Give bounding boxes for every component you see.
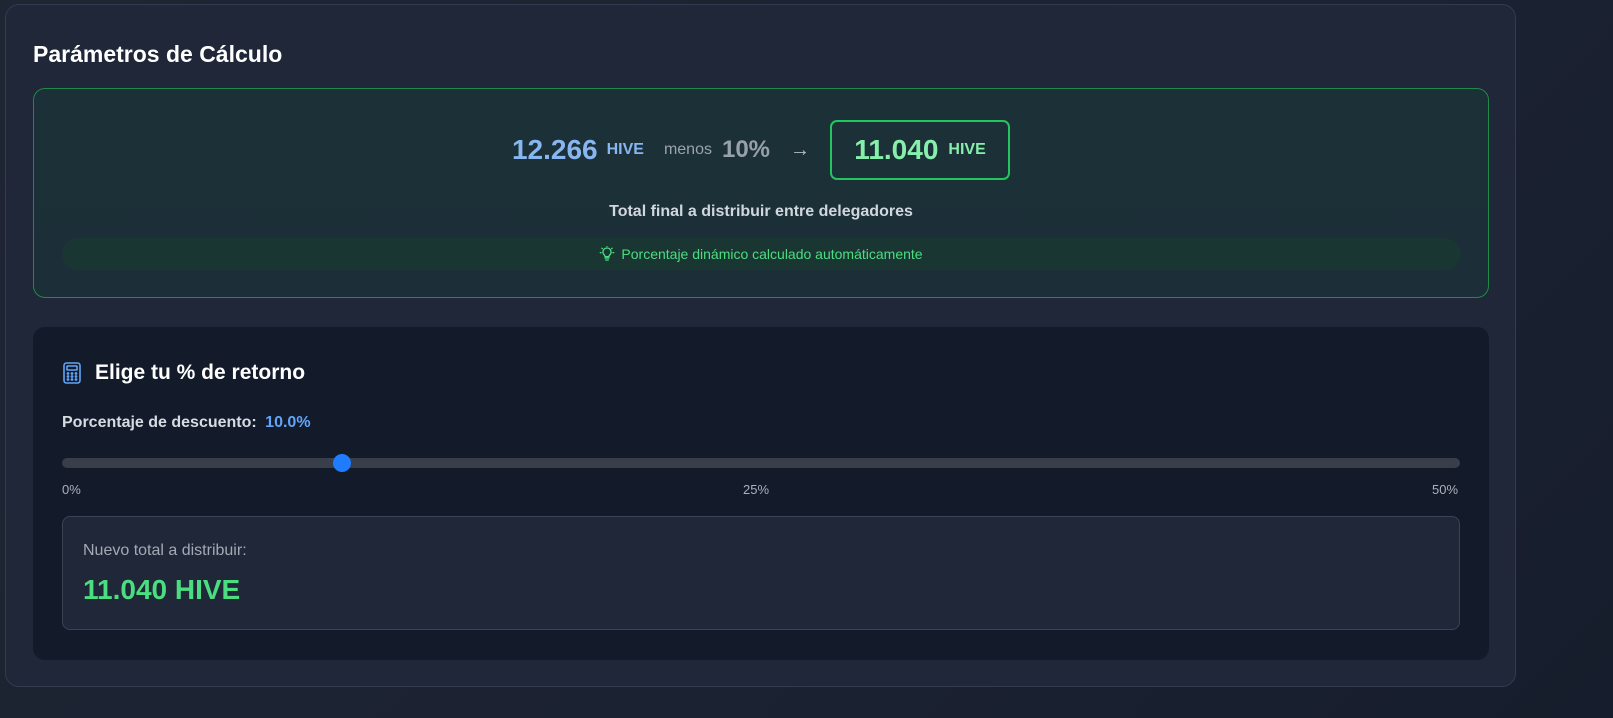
discount-slider[interactable] bbox=[62, 454, 1460, 472]
original-amount: 12.266 bbox=[511, 134, 598, 165]
dynamic-percentage-hint: Porcentaje dinámico calculado automática… bbox=[62, 238, 1460, 270]
summary-caption: Total final a distribuir entre delegador… bbox=[609, 203, 913, 220]
slider-tick-min: 0% bbox=[62, 482, 81, 497]
return-percentage-calculator: Elige tu % de retorno Porcentaje de desc… bbox=[33, 327, 1489, 660]
calculator-icon bbox=[63, 362, 81, 384]
discount-percent: 10% bbox=[721, 136, 771, 163]
final-amount-box: 11.040 HIVE bbox=[830, 120, 1011, 180]
discount-label-text: Porcentaje de descuento: bbox=[62, 414, 257, 431]
final-amount: 11.040 bbox=[854, 134, 939, 165]
hint-text: Porcentaje dinámico calculado automática… bbox=[621, 246, 923, 262]
new-total-value: 11.040 HIVE bbox=[83, 574, 241, 605]
final-unit: HIVE bbox=[948, 141, 986, 158]
discount-slider-thumb[interactable] bbox=[332, 454, 351, 472]
distribution-summary: 12.266 HIVE menos 10% → 11.040 HIVE Tota… bbox=[33, 88, 1489, 298]
new-total-box: Nuevo total a distribuir: 11.040 HIVE bbox=[62, 516, 1460, 630]
slider-tick-mid: 25% bbox=[743, 482, 770, 497]
calculator-header: Elige tu % de retorno bbox=[62, 361, 305, 385]
lightbulb-icon bbox=[600, 246, 615, 261]
minus-label: menos bbox=[663, 141, 712, 158]
panel-title: Parámetros de Cálculo bbox=[33, 41, 283, 67]
calculation-row: 12.266 HIVE menos 10% → 11.040 HIVE bbox=[34, 119, 1488, 181]
original-unit: HIVE bbox=[606, 141, 644, 158]
discount-value: 10.0% bbox=[265, 414, 311, 431]
discount-slider-label: Porcentaje de descuento: 10.0% bbox=[62, 414, 311, 432]
arrow-right-icon: → bbox=[790, 138, 811, 161]
calculator-title: Elige tu % de retorno bbox=[95, 361, 306, 384]
calculation-parameters-panel: Parámetros de Cálculo 12.266 HIVE menos … bbox=[5, 4, 1516, 687]
slider-tick-max: 50% bbox=[1432, 482, 1459, 497]
new-total-label: Nuevo total a distribuir: bbox=[83, 542, 247, 559]
